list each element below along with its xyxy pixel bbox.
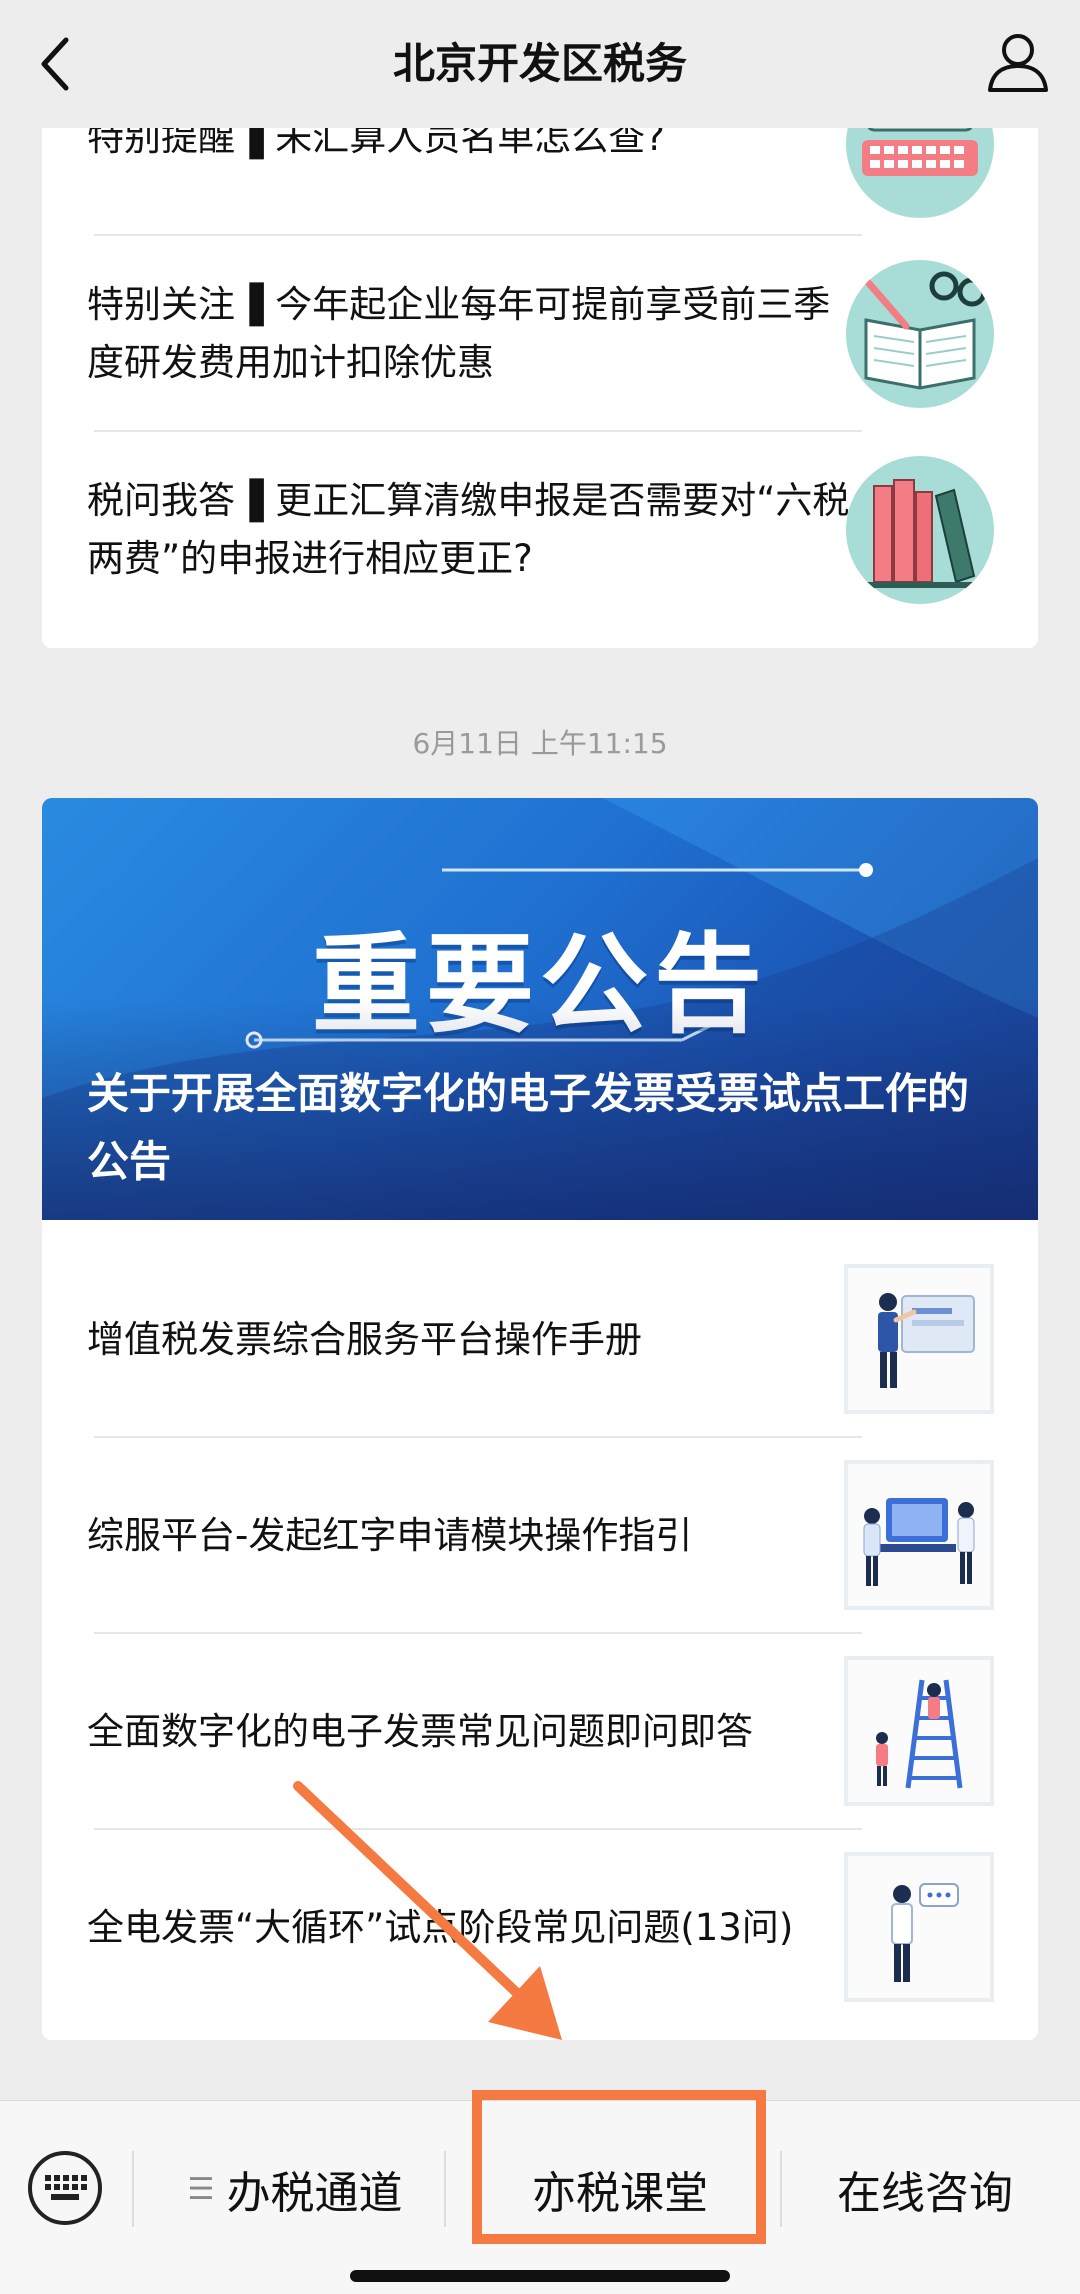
menu-lines-icon: ☰: [187, 2171, 215, 2207]
person-presenting-illustration: [844, 1264, 994, 1414]
people-screen-illustration: [844, 1460, 994, 1610]
article-item[interactable]: 增值税发票综合服务平台操作手册: [42, 1242, 1038, 1438]
menu-separator: [780, 2151, 782, 2227]
article-title: 全面数字化的电子发票常见问题即问即答: [87, 1710, 753, 1753]
profile-button[interactable]: [986, 30, 1050, 94]
menu-separator: [444, 2151, 446, 2227]
article-item[interactable]: 全面数字化的电子发票常见问题即问即答: [42, 1634, 1038, 1830]
article-item[interactable]: 税问我答▐ 更正汇算清缴申报是否需要对“六税两费”的申报进行相应更正?: [42, 432, 1038, 628]
article-title: 全电发票“大循环”试点阶段常见问题(13问): [87, 1906, 794, 1949]
article-card: 特别提醒▐ 未汇算人员名单怎么查? 特别关注▐ 今年起企业每年可提前享受前三季度…: [42, 90, 1038, 648]
highlight-box: [472, 2090, 766, 2244]
article-title: 特别关注▐ 今年起企业每年可提前享受前三季度研发费用加计扣除优惠: [87, 283, 831, 384]
keyboard-icon: [45, 2175, 87, 2200]
keyboard-toggle-button[interactable]: [28, 2151, 102, 2225]
article-item[interactable]: 综服平台-发起红字申请模块操作指引: [42, 1438, 1038, 1634]
book-glasses-illustration: [846, 260, 994, 408]
books-illustration: [846, 456, 994, 604]
menu-item-tax-channel[interactable]: ☰ 办税通道: [150, 2149, 440, 2229]
user-icon: [988, 34, 1048, 92]
message-timestamp: 6月11日 上午11:15: [412, 727, 668, 760]
ladder-illustration: [844, 1656, 994, 1806]
home-indicator: [350, 2270, 730, 2282]
article-title: 增值税发票综合服务平台操作手册: [87, 1318, 642, 1361]
person-chat-illustration: [844, 1852, 994, 2002]
article-title: 综服平台-发起红字申请模块操作指引: [87, 1514, 693, 1557]
menu-separator: [132, 2151, 134, 2227]
page-title: 北京开发区税务: [392, 39, 687, 88]
nav-bar: 北京开发区税务: [0, 0, 1080, 128]
article-card: 重要公告 关于开展全面数字化的电子发票受票试点工作的公告 增值税发票综合服务平台…: [42, 798, 1038, 2040]
headline-banner[interactable]: 重要公告 关于开展全面数字化的电子发票受票试点工作的公告: [42, 798, 1038, 1220]
article-item[interactable]: 全电发票“大循环”试点阶段常见问题(13问): [42, 1830, 1038, 2026]
menu-label: 办税通道: [226, 2168, 403, 2219]
banner-caption: 关于开展全面数字化的电子发票受票试点工作的公告: [87, 1069, 970, 1186]
article-item[interactable]: 特别关注▐ 今年起企业每年可提前享受前三季度研发费用加计扣除优惠: [42, 236, 1038, 432]
article-title: 税问我答▐ 更正汇算清缴申报是否需要对“六税两费”的申报进行相应更正?: [87, 479, 850, 580]
menu-item-online-consult[interactable]: 在线咨询: [790, 2149, 1060, 2229]
menu-label: 在线咨询: [837, 2168, 1013, 2219]
